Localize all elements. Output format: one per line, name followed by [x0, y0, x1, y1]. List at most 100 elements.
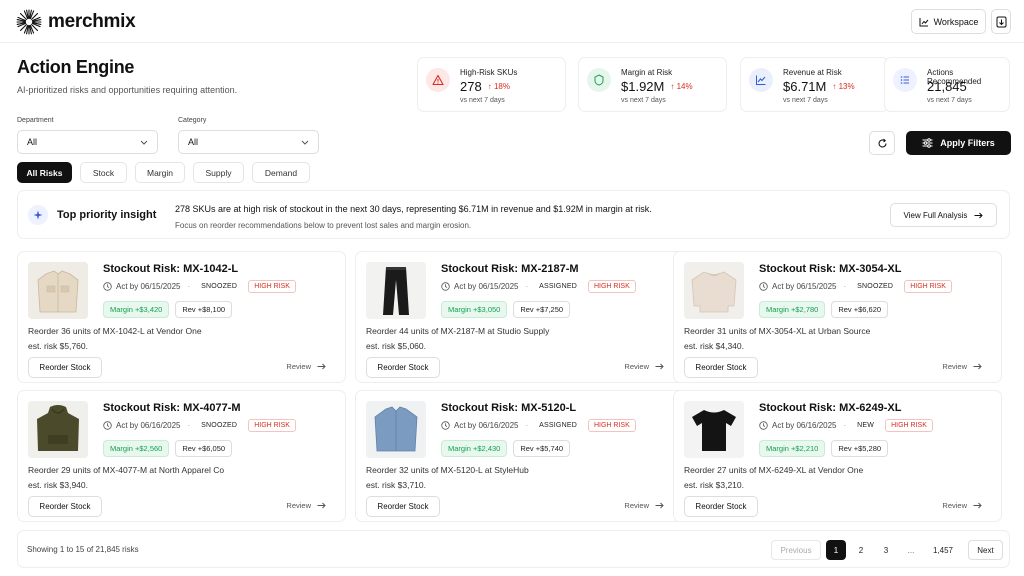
- card-estimated-risk: est. risk $4,340.: [684, 341, 745, 351]
- card-meta-row: Act by 06/16/2025 · ASSIGNED HIGH RISK: [441, 419, 636, 432]
- department-value: All: [27, 137, 38, 147]
- card-estimated-risk: est. risk $5,760.: [28, 341, 89, 351]
- kpi-high-risk-skus: High-Risk SKUs 278 ↑ 18% vs next 7 days: [417, 57, 566, 112]
- act-by-date: Act by 06/16/2025: [103, 421, 181, 430]
- tab-stock[interactable]: Stock: [80, 162, 127, 183]
- revenue-tag: Rev +$8,100: [175, 301, 233, 318]
- act-by-text: Act by 06/16/2025: [772, 421, 837, 430]
- card-estimated-risk: est. risk $5,060.: [366, 341, 427, 351]
- risk-card[interactable]: Stockout Risk: MX-1042-L Act by 06/15/20…: [17, 251, 346, 383]
- risk-card[interactable]: Stockout Risk: MX-2187-M Act by 06/15/20…: [355, 251, 684, 383]
- kpi-delta: ↑ 13%: [832, 82, 855, 91]
- page-button-1[interactable]: 1: [826, 540, 846, 560]
- separator-dot: ·: [525, 282, 529, 291]
- brand-logo[interactable]: merchmix: [16, 9, 136, 35]
- act-by-date: Act by 06/15/2025: [441, 282, 519, 291]
- risk-card[interactable]: Stockout Risk: MX-3054-XL Act by 06/15/2…: [673, 251, 1002, 383]
- product-image: [28, 401, 88, 458]
- kpi-actions-recommended: Actions Recommended 21,845 vs next 7 day…: [884, 57, 1010, 112]
- risk-card[interactable]: Stockout Risk: MX-6249-XL Act by 06/16/2…: [673, 390, 1002, 522]
- reorder-stock-button[interactable]: Reorder Stock: [28, 357, 102, 378]
- product-image: [684, 401, 744, 458]
- department-label: Department: [17, 117, 54, 124]
- card-description: Reorder 44 units of MX-2187-M at Studio …: [366, 326, 550, 336]
- page-button-last[interactable]: 1,457: [928, 540, 958, 560]
- review-link[interactable]: Review: [942, 501, 982, 510]
- review-link[interactable]: Review: [286, 501, 326, 510]
- act-by-date: Act by 06/16/2025: [759, 421, 837, 430]
- sunburst-logo-icon: [16, 9, 42, 35]
- reorder-stock-button[interactable]: Reorder Stock: [684, 496, 758, 517]
- tab-margin[interactable]: Margin: [135, 162, 185, 183]
- workspace-button[interactable]: Workspace: [911, 9, 986, 34]
- card-estimated-risk: est. risk $3,940.: [28, 480, 89, 490]
- card-title: Stockout Risk: MX-3054-XL: [759, 263, 902, 275]
- sweater-image: [684, 262, 744, 319]
- card-title: Stockout Risk: MX-5120-L: [441, 402, 577, 414]
- card-meta-row: Act by 06/15/2025 · SNOOZED HIGH RISK: [759, 280, 952, 293]
- reset-filters-button[interactable]: [869, 131, 895, 155]
- kpi-value-text: $6.71M: [783, 79, 827, 94]
- next-page-button[interactable]: Next: [968, 540, 1003, 560]
- card-meta-row: Act by 06/16/2025 · NEW HIGH RISK: [759, 419, 933, 432]
- revenue-tag: Rev +$6,050: [175, 440, 233, 457]
- impact-tags: Margin +$2,560 Rev +$6,050: [103, 440, 233, 457]
- review-link[interactable]: Review: [624, 362, 664, 371]
- category-select[interactable]: All: [178, 130, 319, 154]
- page-ellipsis: ...: [907, 545, 915, 555]
- card-estimated-risk: est. risk $3,710.: [366, 480, 427, 490]
- kpi-sub: vs next 7 days: [927, 97, 972, 104]
- previous-page-button[interactable]: Previous: [771, 540, 821, 560]
- workspace-label: Workspace: [933, 16, 979, 27]
- margin-tag: Margin +$3,050: [441, 301, 508, 318]
- reorder-stock-button[interactable]: Reorder Stock: [28, 496, 102, 517]
- kpi-delta: ↑ 14%: [670, 82, 693, 91]
- view-full-analysis-button[interactable]: View Full Analysis: [890, 203, 997, 227]
- product-image: [684, 262, 744, 319]
- separator-dot: ·: [187, 421, 191, 430]
- act-by-text: Act by 06/15/2025: [116, 282, 181, 291]
- page-button-2[interactable]: 2: [851, 540, 871, 560]
- separator-dot: ·: [843, 282, 847, 291]
- revenue-tag: Rev +$5,740: [513, 440, 571, 457]
- department-select[interactable]: All: [17, 130, 158, 154]
- tab-demand[interactable]: Demand: [252, 162, 310, 183]
- review-label: Review: [942, 362, 967, 371]
- reorder-stock-button[interactable]: Reorder Stock: [366, 496, 440, 517]
- act-by-text: Act by 06/15/2025: [454, 282, 519, 291]
- risk-card[interactable]: Stockout Risk: MX-4077-M Act by 06/16/20…: [17, 390, 346, 522]
- apply-filters-button[interactable]: Apply Filters: [906, 131, 1011, 155]
- pagination-bar: Showing 1 to 15 of 21,845 risks Previous…: [17, 530, 1010, 568]
- kpi-sub: vs next 7 days: [621, 97, 666, 104]
- exit-button[interactable]: [991, 9, 1011, 34]
- clock-icon: [103, 282, 112, 291]
- kpi-delta: ↑ 18%: [487, 82, 510, 91]
- kpi-margin-at-risk: Margin at Risk $1.92M ↑ 14% vs next 7 day…: [578, 57, 727, 112]
- review-link[interactable]: Review: [942, 362, 982, 371]
- margin-tag: Margin +$2,560: [103, 440, 170, 457]
- status-badge: ASSIGNED: [539, 422, 577, 429]
- risk-card[interactable]: Stockout Risk: MX-5120-L Act by 06/16/20…: [355, 390, 684, 522]
- refresh-icon: [877, 138, 887, 148]
- card-title: Stockout Risk: MX-6249-XL: [759, 402, 902, 414]
- reorder-stock-button[interactable]: Reorder Stock: [684, 357, 758, 378]
- review-label: Review: [624, 362, 649, 371]
- risk-badge: HIGH RISK: [904, 280, 952, 293]
- tab-supply[interactable]: Supply: [193, 162, 244, 183]
- chevron-down-icon: [140, 140, 148, 145]
- act-by-date: Act by 06/16/2025: [441, 421, 519, 430]
- review-label: Review: [942, 501, 967, 510]
- kpi-label: Margin at Risk: [621, 68, 673, 77]
- page-button-3: 3: [883, 545, 889, 555]
- arrow-right-icon: [655, 502, 664, 509]
- chevron-down-icon: [301, 140, 309, 145]
- jacket-image: [28, 262, 88, 319]
- tab-all-risks[interactable]: All Risks: [17, 162, 72, 183]
- impact-tags: Margin +$2,430 Rev +$5,740: [441, 440, 571, 457]
- arrow-right-icon: [317, 502, 326, 509]
- kpi-sub: vs next 7 days: [783, 97, 828, 104]
- review-link[interactable]: Review: [624, 501, 664, 510]
- review-link[interactable]: Review: [286, 362, 326, 371]
- page-subtitle: AI-prioritized risks and opportunities r…: [17, 85, 238, 95]
- reorder-stock-button[interactable]: Reorder Stock: [366, 357, 440, 378]
